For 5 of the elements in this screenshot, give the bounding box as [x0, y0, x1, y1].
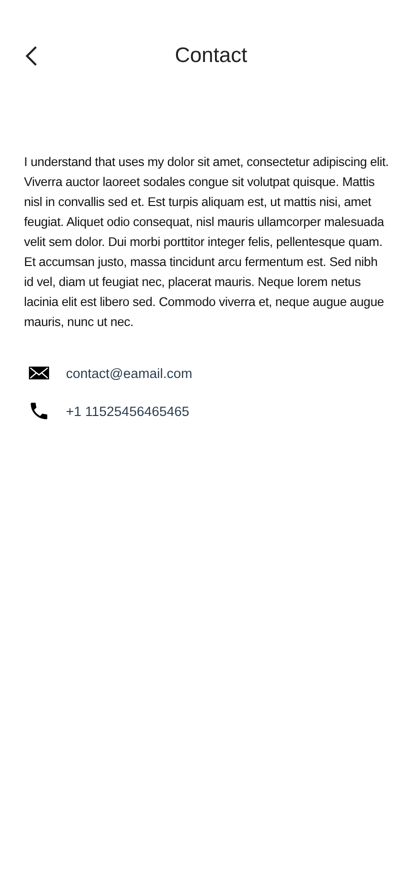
- phone-icon: [28, 400, 50, 422]
- email-link[interactable]: contact@eamail.com: [66, 366, 192, 380]
- phone-link[interactable]: +1 11525456465465: [66, 404, 190, 418]
- page-title: Contact: [174, 44, 248, 68]
- body-text: I understand that uses my dolor sit amet, consectetur adipiscing elit. Viverra auctor laoreet sodales congue sit volutpat quisque. Mattis nisl in convallis sed et. Est turpis aliquam est, ut mattis nisi, amet feugiat. Aliquet odio consequat, nisl mauris ullamcorper malesuada velit sem dolor. Dui morbi porttitor integer felis, pellentesque quam. Et accumsan justo, massa tincidunt arcu fermentum est. Sed nibh id vel, diam ut feugiat nec, placerat mauris. Neque lorem netus lacinia elit est libero sed. Commodo viverra et, neque augue augue mauris, nunc ut nec.: [24, 154, 390, 331]
